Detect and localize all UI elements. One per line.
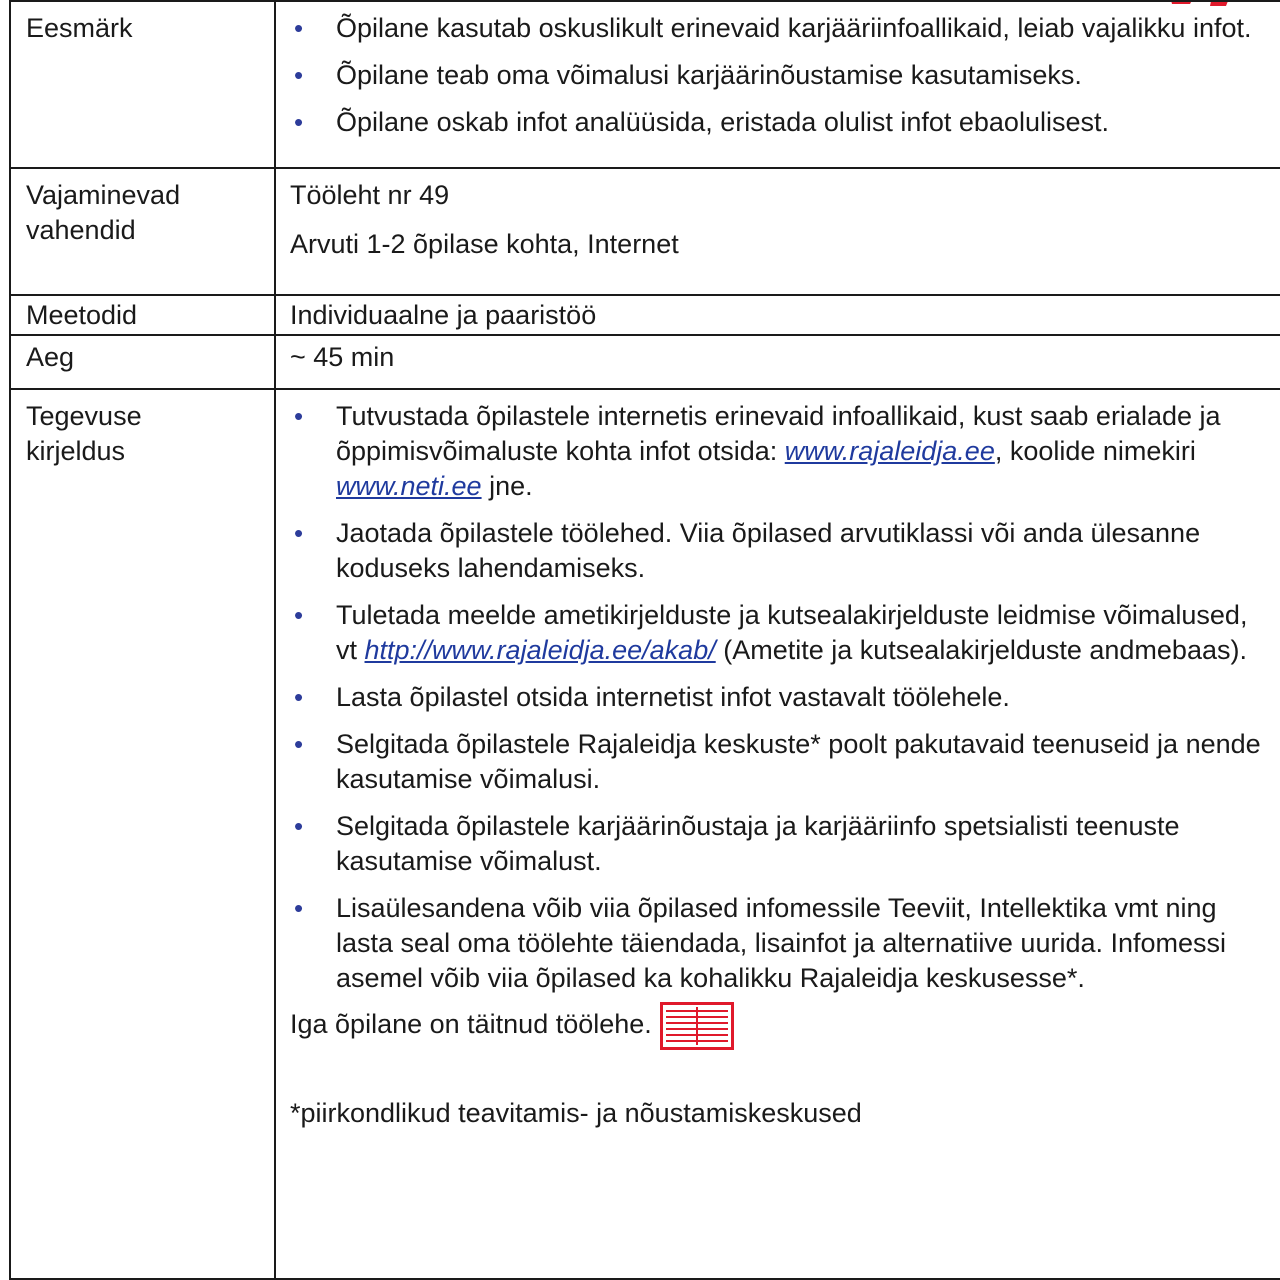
content-eesmark: • Õpilane kasutab oskuslikult erinevaid k… xyxy=(274,0,1280,169)
bullet-icon: • xyxy=(294,682,304,712)
content-tegevus: • Tutvustada õpilastele internetis erinev… xyxy=(274,388,1280,1280)
list-item: • Õpilane kasutab oskuslikult erinevaid k… xyxy=(290,11,1272,46)
row-vahendid: Vajaminevad vahendid Tööleht nr 49 Arvut… xyxy=(9,167,1280,296)
list-item: • Õpilane teab oma võimalusi karjäärinõus… xyxy=(290,58,1272,93)
label-aeg: Aeg xyxy=(9,334,276,390)
bullet-icon: • xyxy=(294,893,304,923)
bullet-icon: • xyxy=(294,401,304,431)
bullet-icon: • xyxy=(294,13,304,43)
bullet-icon: • xyxy=(294,60,304,90)
worksheet-icon xyxy=(659,1002,734,1050)
akab-link[interactable]: http://www.rajaleidja.ee/akab/ xyxy=(365,635,716,665)
lesson-plan-table: Eesmärk • Õpilane kasutab oskuslikult eri… xyxy=(9,0,1280,1280)
row-aeg: Aeg ~ 45 min xyxy=(9,334,1280,390)
content-meetodid: Individuaalne ja paaristöö xyxy=(274,294,1280,336)
label-meetodid: Meetodid xyxy=(9,294,276,336)
content-vahendid: Tööleht nr 49 Arvuti 1-2 õpilase kohta, … xyxy=(274,167,1280,296)
bullet-icon: • xyxy=(294,811,304,841)
rajaleidja-link[interactable]: www.rajaleidja.ee xyxy=(785,436,995,466)
neti-link[interactable]: www.neti.ee xyxy=(336,471,482,501)
list-item: • Tuletada meelde ametikirjelduste ja kut… xyxy=(294,600,1248,665)
row-tegevus: Tegevuse kirjeldus • Tutvustada õpilastel… xyxy=(9,388,1280,1280)
list-item: • Selgitada õpilastele Rajaleidja keskust… xyxy=(294,729,1261,794)
row-meetodid: Meetodid Individuaalne ja paaristöö xyxy=(9,294,1280,336)
outcome-line: Iga õpilane on täitnud töölehe. xyxy=(290,1002,1272,1050)
list-item: • Selgitada õpilastele karjäärinõustaja j… xyxy=(294,811,1180,876)
list-item: • Lisaülesandena võib viia õpilased infom… xyxy=(294,893,1227,993)
list-item: • Tutvustada õpilastele internetis erinev… xyxy=(294,401,1221,501)
list-item: • Lasta õpilastel otsida internetist info… xyxy=(290,680,1272,715)
row-eesmark: Eesmärk • Õpilane kasutab oskuslikult eri… xyxy=(9,0,1280,169)
bullet-icon: • xyxy=(294,107,304,137)
footnote: *piirkondlikud teavitamis- ja nõustamisk… xyxy=(290,1098,862,1128)
content-aeg: ~ 45 min xyxy=(274,334,1280,390)
label-tegevus: Tegevuse kirjeldus xyxy=(9,388,276,1280)
label-vahendid: Vajaminevad vahendid xyxy=(9,167,276,296)
list-item: • Õpilane oskab infot analüüsida, eristad… xyxy=(290,105,1272,140)
bullet-icon: • xyxy=(294,600,304,630)
list-item: • Jaotada õpilastele töölehed. Viia õpila… xyxy=(294,518,1201,583)
bullet-icon: • xyxy=(294,729,304,759)
bullet-icon: • xyxy=(294,518,304,548)
label-eesmark: Eesmärk xyxy=(9,0,276,169)
